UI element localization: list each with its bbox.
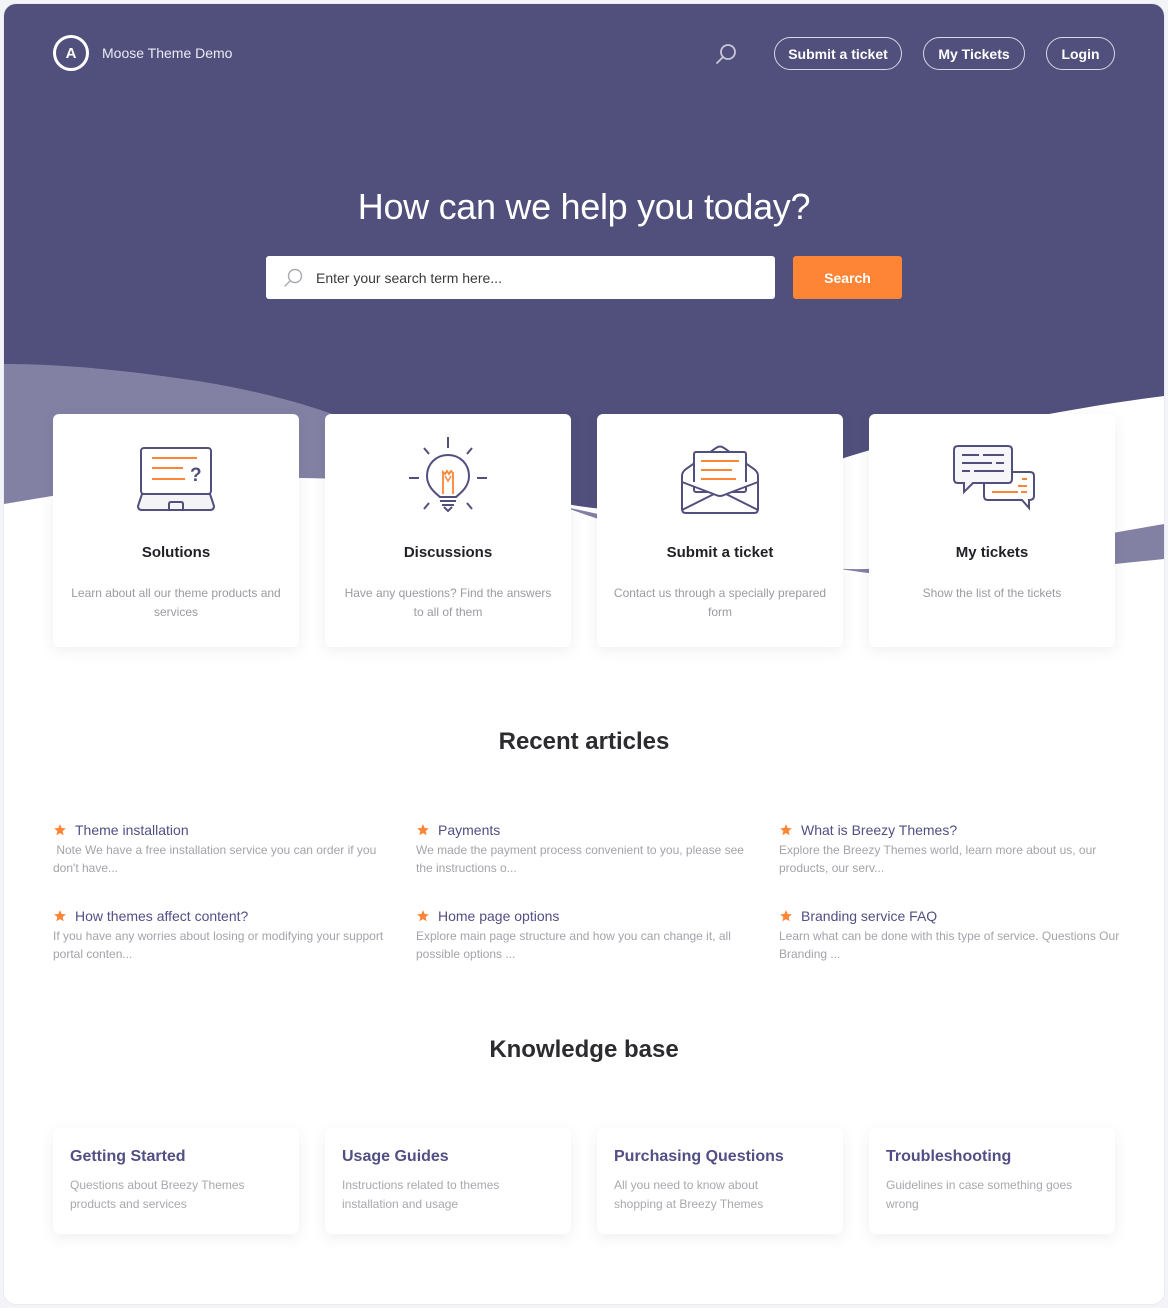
article-item: Theme installation Note We have a free i… bbox=[53, 822, 398, 877]
logo-icon: A bbox=[53, 35, 89, 71]
article-excerpt: We made the payment process convenient t… bbox=[416, 843, 744, 875]
article-item: What is Breezy Themes? Explore the Breez… bbox=[779, 822, 1124, 877]
article-link[interactable]: Payments bbox=[416, 822, 761, 838]
login-button[interactable]: Login bbox=[1046, 37, 1115, 70]
category-card-submit-ticket[interactable]: Submit a ticket Contact us through a spe… bbox=[597, 414, 843, 647]
category-description: Learn about all our theme products and s… bbox=[71, 586, 281, 619]
star-icon bbox=[417, 824, 429, 836]
article-link[interactable]: Home page options bbox=[416, 908, 761, 924]
article-link[interactable]: What is Breezy Themes? bbox=[779, 822, 1124, 838]
star-icon bbox=[417, 910, 429, 922]
category-description: Have any questions? Find the answers to … bbox=[344, 586, 552, 619]
category-card-discussions[interactable]: Discussions Have any questions? Find the… bbox=[325, 414, 571, 647]
top-navigation: A Moose Theme Demo Submit a ticket My Ti… bbox=[4, 4, 1164, 104]
article-item: Home page options Explore main page stru… bbox=[416, 908, 761, 963]
article-excerpt: If you have any worries about losing or … bbox=[53, 929, 384, 961]
search-icon[interactable] bbox=[714, 42, 738, 66]
category-title: Solutions bbox=[141, 544, 211, 561]
kb-title: Getting Started bbox=[70, 1148, 186, 1165]
svg-text:?: ? bbox=[190, 465, 202, 486]
article-link[interactable]: Branding service FAQ bbox=[779, 908, 1124, 924]
article-title: Theme installation bbox=[75, 822, 189, 838]
kb-card-usage-guides[interactable]: Usage Guides Instructions related to the… bbox=[325, 1128, 571, 1234]
article-excerpt: Note We have a free installation service… bbox=[53, 843, 377, 875]
kb-card-troubleshooting[interactable]: Troubleshooting Guidelines in case somet… bbox=[869, 1128, 1115, 1234]
category-description: Contact us through a specially prepared … bbox=[613, 586, 827, 619]
hero-title: How can we help you today? bbox=[357, 186, 811, 227]
kb-title: Troubleshooting bbox=[886, 1148, 1012, 1165]
lightbulb-icon bbox=[398, 434, 498, 520]
recent-articles-heading: Recent articles bbox=[498, 728, 670, 755]
kb-title: Purchasing Questions bbox=[614, 1148, 784, 1165]
article-item: Payments We made the payment process con… bbox=[416, 822, 761, 877]
star-icon bbox=[54, 910, 66, 922]
star-icon bbox=[780, 824, 792, 836]
kb-description: Instructions related to themes installat… bbox=[342, 1178, 500, 1211]
brand-name: Moose Theme Demo bbox=[102, 45, 233, 61]
kb-card-getting-started[interactable]: Getting Started Questions about Breezy T… bbox=[53, 1128, 299, 1234]
kb-title: Usage Guides bbox=[342, 1148, 449, 1165]
kb-description: All you need to know about shopping at B… bbox=[614, 1178, 764, 1211]
category-card-solutions[interactable]: ? Solutions Learn about all our theme pr… bbox=[53, 414, 299, 647]
kb-card-purchasing-questions[interactable]: Purchasing Questions All you need to kno… bbox=[597, 1128, 843, 1234]
article-link[interactable]: How themes affect content? bbox=[53, 908, 398, 924]
category-title: Discussions bbox=[403, 544, 493, 561]
laptop-question-icon: ? bbox=[126, 434, 226, 520]
hero-search-box bbox=[266, 256, 775, 299]
kb-description: Questions about Breezy Themes products a… bbox=[70, 1178, 245, 1211]
article-excerpt: Learn what can be done with this type of… bbox=[779, 929, 1120, 961]
submit-ticket-button[interactable]: Submit a ticket bbox=[774, 37, 902, 70]
article-item: How themes affect content? If you have a… bbox=[53, 908, 398, 963]
article-item: Branding service FAQ Learn what can be d… bbox=[779, 908, 1124, 963]
my-tickets-button[interactable]: My Tickets bbox=[923, 37, 1025, 70]
article-title: How themes affect content? bbox=[75, 908, 249, 924]
article-title: Branding service FAQ bbox=[801, 908, 938, 924]
article-title: Home page options bbox=[438, 908, 560, 924]
article-excerpt: Explore main page structure and how you … bbox=[416, 929, 731, 961]
article-title: What is Breezy Themes? bbox=[801, 822, 958, 838]
category-title: My tickets bbox=[955, 544, 1029, 561]
star-icon bbox=[54, 824, 66, 836]
page-frame: A Moose Theme Demo Submit a ticket My Ti… bbox=[4, 4, 1164, 1304]
open-envelope-icon bbox=[670, 434, 770, 520]
search-input[interactable] bbox=[316, 269, 756, 286]
chat-bubbles-icon bbox=[942, 434, 1042, 520]
category-title: Submit a ticket bbox=[666, 544, 774, 561]
brand-logo[interactable]: A Moose Theme Demo bbox=[53, 35, 232, 71]
category-description: Show the list of the tickets bbox=[922, 586, 1062, 600]
article-link[interactable]: Theme installation bbox=[53, 822, 398, 838]
knowledge-base-heading: Knowledge base bbox=[489, 1036, 679, 1063]
article-excerpt: Explore the Breezy Themes world, learn m… bbox=[779, 843, 1097, 875]
search-icon bbox=[282, 267, 304, 289]
category-card-my-tickets[interactable]: My tickets Show the list of the tickets bbox=[869, 414, 1115, 647]
star-icon bbox=[780, 910, 792, 922]
kb-description: Guidelines in case something goes wrong bbox=[886, 1178, 1073, 1211]
search-button[interactable]: Search bbox=[793, 256, 902, 299]
article-title: Payments bbox=[438, 822, 501, 838]
